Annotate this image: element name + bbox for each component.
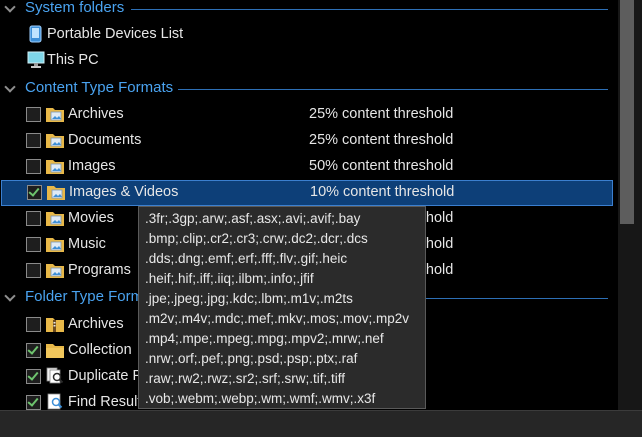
- checkbox[interactable]: [26, 369, 41, 384]
- chevron-down-icon[interactable]: [4, 1, 16, 13]
- chevron-down-icon[interactable]: [4, 290, 16, 302]
- tooltip-line: .raw;.rw2;.rwz;.sr2;.srf;.srw;.tif;.tiff: [145, 371, 346, 386]
- archive-folder-icon: [45, 315, 65, 333]
- content-row-images-videos[interactable]: Images & Videos 10% content threshold: [1, 180, 613, 206]
- content-row-archives[interactable]: Archives 25% content threshold: [0, 102, 612, 128]
- row-label: Archives: [68, 106, 124, 122]
- checkbox[interactable]: [26, 107, 41, 122]
- chevron-down-icon[interactable]: [4, 81, 16, 93]
- group-divider: [131, 9, 608, 10]
- group-title: System folders: [25, 0, 125, 16]
- group-title: Content Type Formats: [25, 79, 174, 96]
- tooltip-line: .bmp;.clip;.cr2;.cr3;.crw;.dc2;.dcr;.dcs: [145, 231, 368, 246]
- system-item-label: This PC: [47, 52, 99, 68]
- horizontal-scrollbar[interactable]: [0, 410, 642, 437]
- checkbox[interactable]: [26, 343, 41, 358]
- checkbox[interactable]: [26, 133, 41, 148]
- tooltip-line: .jpe;.jpeg;.jpg;.kdc;.lbm;.m1v;.m2ts: [145, 291, 353, 306]
- group-header-system-folders[interactable]: System folders: [0, 0, 612, 20]
- checkbox[interactable]: [26, 395, 41, 410]
- image-folder-icon: [45, 235, 65, 253]
- system-item-this-pc[interactable]: This PC: [0, 48, 612, 74]
- image-folder-icon: [45, 157, 65, 175]
- group-header-content-type-formats[interactable]: Content Type Formats: [0, 78, 612, 100]
- tooltip-line: .mp4;.mpe;.mpeg;.mpg;.mpv2;.mrw;.nef: [145, 331, 384, 346]
- tooltip-line: .nrw;.orf;.pef;.png;.psd;.psp;.ptx;.raf: [145, 351, 358, 366]
- row-label: Archives: [68, 316, 124, 332]
- tooltip-line: .dds;.dng;.emf;.erf;.fff;.flv;.gif;.heic: [145, 251, 348, 266]
- portable-device-icon: [26, 25, 46, 43]
- tooltip-line: .m2v;.m4v;.mdc;.mef;.mkv;.mos;.mov;.mp2v: [145, 311, 410, 326]
- row-label: Find Results: [68, 394, 149, 410]
- folder-icon: [45, 341, 65, 359]
- row-label: Images: [68, 158, 116, 174]
- system-item-label: Portable Devices List: [47, 26, 184, 42]
- tooltip-line: .heif;.hif;.iff;.iiq;.ilbm;.info;.jfif: [145, 271, 314, 286]
- checkbox[interactable]: [26, 263, 41, 278]
- group-divider: [178, 89, 608, 90]
- image-folder-icon: [46, 183, 66, 201]
- checkbox[interactable]: [27, 185, 42, 200]
- image-folder-icon: [45, 261, 65, 279]
- row-label: Movies: [68, 210, 114, 226]
- system-item-portable-devices[interactable]: Portable Devices List: [0, 22, 612, 48]
- image-folder-icon: [45, 131, 65, 149]
- row-label: Programs: [68, 262, 131, 278]
- image-folder-icon: [45, 209, 65, 227]
- row-label: Documents: [68, 132, 142, 148]
- row-threshold: 50% content threshold: [309, 158, 454, 174]
- checkbox[interactable]: [26, 317, 41, 332]
- checkbox[interactable]: [26, 237, 41, 252]
- duplicate-search-icon: [45, 367, 65, 385]
- content-row-images[interactable]: Images 50% content threshold: [0, 154, 612, 180]
- checkbox[interactable]: [26, 159, 41, 174]
- row-label: Music: [68, 236, 106, 252]
- row-threshold: 10% content threshold: [310, 184, 455, 200]
- content-row-documents[interactable]: Documents 25% content threshold: [0, 128, 612, 154]
- computer-icon: [26, 51, 46, 69]
- tooltip-line: .vob;.webm;.webp;.wm;.wmf;.wmv;.x3f: [145, 391, 376, 406]
- row-label: Images & Videos: [69, 184, 179, 200]
- image-folder-icon: [45, 105, 65, 123]
- scrollbar-thumb[interactable]: [620, 0, 634, 224]
- row-threshold: 25% content threshold: [309, 106, 454, 122]
- find-results-icon: [45, 393, 65, 411]
- row-label: Collection: [68, 342, 132, 358]
- checkbox[interactable]: [26, 211, 41, 226]
- extensions-tooltip: .3fr;.3gp;.arw;.asf;.asx;.avi;.avif;.bay…: [138, 206, 426, 409]
- row-threshold: 25% content threshold: [309, 132, 454, 148]
- tooltip-line: .3fr;.3gp;.arw;.asf;.asx;.avi;.avif;.bay: [145, 211, 361, 226]
